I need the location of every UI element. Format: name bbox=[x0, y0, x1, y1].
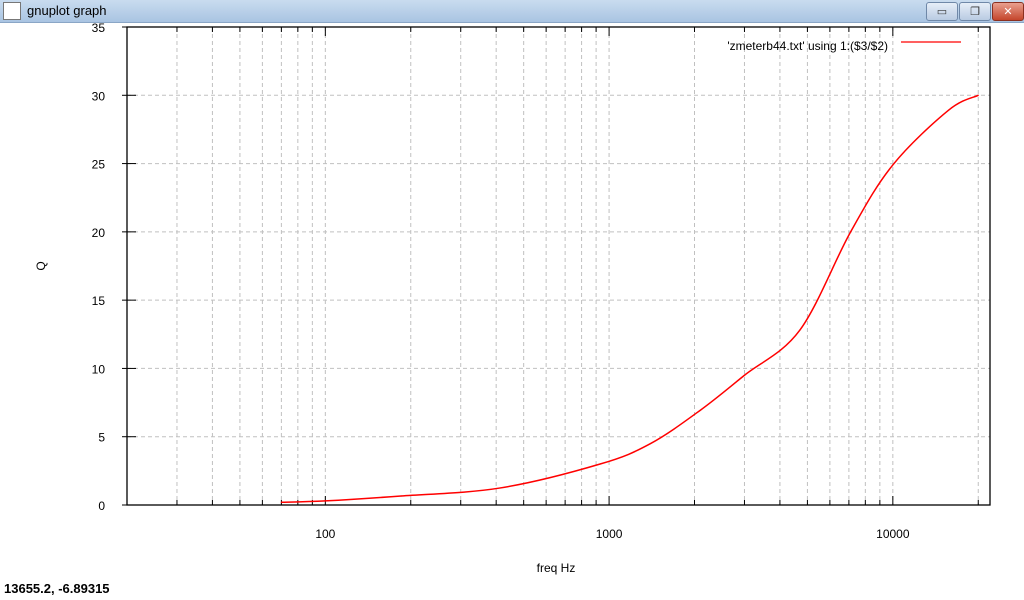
data-point bbox=[280, 501, 282, 503]
data-point bbox=[499, 487, 502, 489]
y-tick-label: 10 bbox=[92, 362, 106, 376]
x-tick-label: 100 bbox=[315, 527, 335, 541]
y-tick-label: 20 bbox=[92, 226, 106, 240]
data-point bbox=[799, 329, 801, 331]
data-point bbox=[743, 374, 746, 376]
plot-canvas[interactable]: 0 5 10 15 20 25 30 35 100 1000 10000 freq Hz Q 'zmete… bbox=[0, 22, 1024, 582]
y-tick-label: 30 bbox=[92, 89, 106, 103]
y-tick-label: 5 bbox=[98, 431, 105, 445]
x-axis-label: freq Hz bbox=[537, 561, 576, 575]
y-tick-label: 25 bbox=[92, 158, 106, 172]
x-tick-label: 10000 bbox=[876, 527, 910, 541]
data-series-line bbox=[281, 94, 979, 504]
x-tick-label: 1000 bbox=[596, 527, 623, 541]
y-axis-label: Q bbox=[34, 261, 48, 270]
data-point bbox=[649, 442, 652, 445]
restore-button[interactable]: ❐ bbox=[959, 2, 991, 21]
data-point bbox=[699, 409, 702, 411]
close-button[interactable]: ✕ bbox=[992, 2, 1024, 21]
data-point bbox=[947, 109, 950, 111]
y-tick-label: 15 bbox=[92, 294, 106, 308]
plot-border bbox=[126, 26, 991, 506]
title-bar: gnuplot graph ▭ ❐ ✕ bbox=[0, 0, 1024, 23]
data-point bbox=[400, 495, 402, 497]
minimize-button[interactable]: ▭ bbox=[926, 2, 958, 21]
mouse-coordinates: 13655.2, -6.89315 bbox=[4, 581, 110, 596]
y-tick-label: 0 bbox=[98, 499, 105, 513]
data-point bbox=[324, 500, 326, 502]
data-point bbox=[850, 231, 852, 233]
data-point bbox=[977, 94, 979, 96]
gnuplot-app-icon[interactable] bbox=[3, 2, 21, 20]
y-tick-label: 35 bbox=[92, 22, 106, 35]
window-title: gnuplot graph bbox=[27, 3, 107, 18]
legend-label: 'zmeterb44.txt' using 1:($3/$2) bbox=[727, 39, 888, 53]
data-point bbox=[892, 164, 894, 166]
data-point bbox=[599, 463, 601, 465]
